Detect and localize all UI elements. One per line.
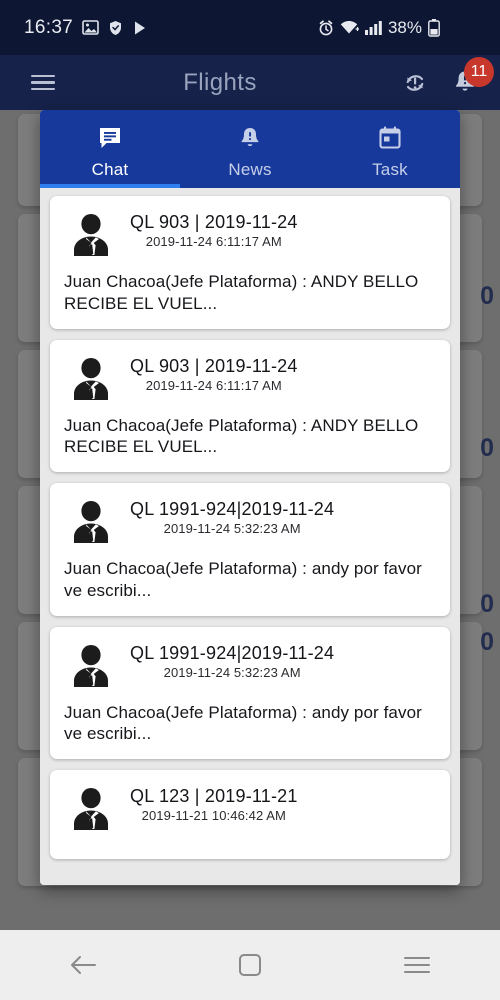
chat-dialog: Chat News Task QL 903 | 2019-11-24 2019-… [40, 110, 460, 885]
status-clock: 16:37 [24, 16, 74, 38]
image-icon [82, 20, 99, 35]
shield-icon [108, 20, 123, 36]
signal-icon [364, 20, 382, 35]
message-title-block: QL 903 | 2019-11-24 2019-11-24 6:11:17 A… [130, 208, 298, 249]
sync-alert-icon[interactable] [400, 68, 430, 98]
android-nav-bar [0, 930, 500, 1000]
background-value: 0 [480, 434, 494, 462]
flight-label: QL 1991-924|2019-11-24 [130, 499, 335, 519]
tab-task[interactable]: Task [320, 110, 460, 188]
message-card[interactable]: QL 1991-924|2019-11-24 2019-11-24 5:32:2… [50, 483, 450, 616]
message-timestamp: 2019-11-24 6:11:17 AM [145, 377, 282, 393]
message-body: Juan Chacoa(Jefe Plataforma) : ANDY BELL… [64, 272, 419, 313]
app-bar: Flights 11 [0, 55, 500, 110]
app-bar-actions: 11 [400, 56, 494, 98]
battery-percent-label: 38% [387, 17, 422, 37]
recents-icon[interactable] [382, 930, 452, 1000]
flight-label: QL 903 | 2019-11-24 [130, 212, 298, 232]
background-value: 0 [480, 628, 494, 656]
message-card[interactable]: QL 903 | 2019-11-24 2019-11-24 6:11:17 A… [50, 196, 450, 329]
wifi-icon [340, 20, 359, 35]
calendar-icon [377, 125, 403, 156]
person-avatar-icon [64, 495, 118, 549]
notification-badge: 11 [464, 56, 494, 87]
message-timestamp: 2019-11-21 10:46:42 AM [141, 808, 286, 823]
message-header: QL 903 | 2019-11-24 2019-11-24 6:11:17 A… [64, 352, 436, 406]
page-title: Flights [183, 68, 257, 96]
status-bar-left: 16:37 [24, 17, 148, 39]
tab-chat-label: Chat [91, 159, 129, 179]
message-title-block: QL 1991-924|2019-11-24 2019-11-24 5:32:2… [130, 639, 334, 680]
active-tab-indicator [40, 184, 180, 188]
battery-icon [428, 18, 440, 37]
person-avatar-icon [64, 208, 118, 262]
message-title-block: QL 123 | 2019-11-21 2019-11-21 10:46:42 … [130, 782, 298, 823]
tab-news[interactable]: News [180, 110, 320, 188]
tab-task-label: Task [372, 159, 408, 179]
message-timestamp: 2019-11-24 5:32:23 AM [163, 521, 301, 536]
message-header: QL 903 | 2019-11-24 2019-11-24 6:11:17 A… [64, 208, 436, 262]
flight-label: QL 1991-924|2019-11-24 [130, 642, 335, 663]
message-timestamp: 2019-11-24 5:32:23 AM [163, 664, 301, 680]
back-arrow-icon[interactable] [48, 930, 118, 1000]
message-title-block: QL 903 | 2019-11-24 2019-11-24 6:11:17 A… [130, 352, 298, 393]
home-square-icon[interactable] [215, 930, 285, 1000]
message-card[interactable]: QL 1991-924|2019-11-24 2019-11-24 5:32:2… [50, 626, 450, 759]
background-value: 0 [480, 282, 494, 310]
tab-news-label: News [228, 159, 272, 179]
bell-alert-icon [237, 125, 263, 156]
phone-screen: 16:37 38% Flights 11 0 0 0 0 Chat News T… [0, 0, 500, 1000]
person-avatar-icon [64, 352, 118, 406]
background-value: 0 [480, 590, 494, 618]
flight-label: QL 903 | 2019-11-24 [130, 355, 298, 376]
message-title-block: QL 1991-924|2019-11-24 2019-11-24 5:32:2… [130, 495, 334, 536]
recents-lines [403, 957, 430, 973]
message-body: Juan Chacoa(Jefe Plataforma) : andy por … [64, 702, 422, 744]
person-avatar-icon [64, 782, 118, 836]
status-bar-right: 38% [318, 18, 440, 38]
play-store-icon [132, 20, 148, 36]
dialog-tab-bar: Chat News Task [40, 110, 460, 188]
chat-bubble-icon [97, 125, 123, 156]
bell-icon[interactable]: 11 [452, 56, 494, 97]
tab-chat[interactable]: Chat [40, 110, 180, 188]
person-avatar-icon [64, 639, 118, 693]
alarm-icon [318, 19, 334, 36]
message-header: QL 123 | 2019-11-21 2019-11-21 10:46:42 … [64, 782, 436, 836]
message-body: Juan Chacoa(Jefe Plataforma) : ANDY BELL… [64, 415, 419, 457]
flight-label: QL 123 | 2019-11-21 [130, 786, 298, 806]
message-header: QL 1991-924|2019-11-24 2019-11-24 5:32:2… [64, 639, 436, 693]
status-bar: 16:37 38% [0, 0, 500, 55]
message-body: Juan Chacoa(Jefe Plataforma) : andy por … [64, 559, 422, 600]
message-timestamp: 2019-11-24 6:11:17 AM [145, 234, 282, 249]
message-header: QL 1991-924|2019-11-24 2019-11-24 5:32:2… [64, 495, 436, 549]
message-list[interactable]: QL 903 | 2019-11-24 2019-11-24 6:11:17 A… [40, 188, 460, 885]
message-card[interactable]: QL 903 | 2019-11-24 2019-11-24 6:11:17 A… [50, 339, 450, 472]
message-card[interactable]: QL 123 | 2019-11-21 2019-11-21 10:46:42 … [50, 770, 450, 859]
